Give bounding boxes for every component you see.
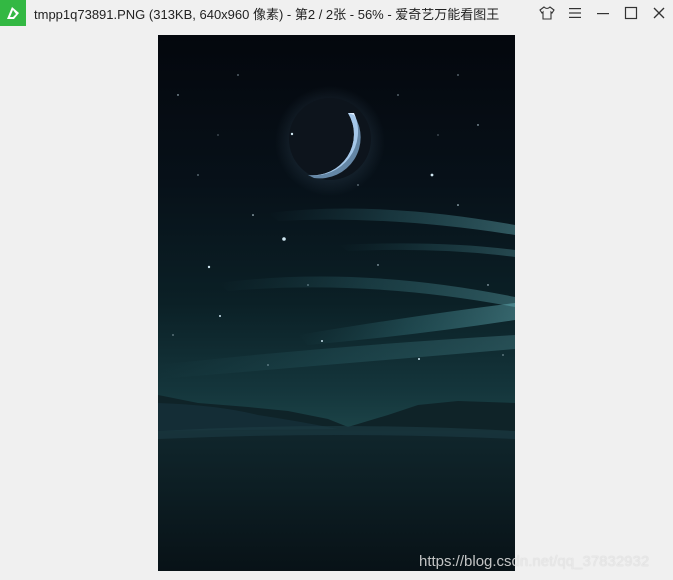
close-icon[interactable] xyxy=(645,0,673,26)
title-bar[interactable]: tmpp1q73891.PNG (313KB, 640x960 像素) - 第2… xyxy=(0,0,673,26)
night-sky-picture xyxy=(158,35,515,571)
menu-icon[interactable] xyxy=(561,0,589,26)
shirt-icon[interactable] xyxy=(533,0,561,26)
window-title: tmpp1q73891.PNG (313KB, 640x960 像素) - 第2… xyxy=(34,6,500,22)
maximize-icon[interactable] xyxy=(617,0,645,26)
watermark-text: https://blog.csdn.net/qq_37832932 xyxy=(419,553,650,570)
app-logo-icon[interactable] xyxy=(0,0,26,26)
image-viewer-window: tmpp1q73891.PNG (313KB, 640x960 像素) - 第2… xyxy=(0,0,673,580)
minimize-icon[interactable] xyxy=(589,0,617,26)
image-viewport[interactable]: https://blog.csdn.net/qq_37832932 xyxy=(0,26,673,580)
window-controls xyxy=(533,0,673,26)
displayed-image[interactable] xyxy=(158,35,515,571)
